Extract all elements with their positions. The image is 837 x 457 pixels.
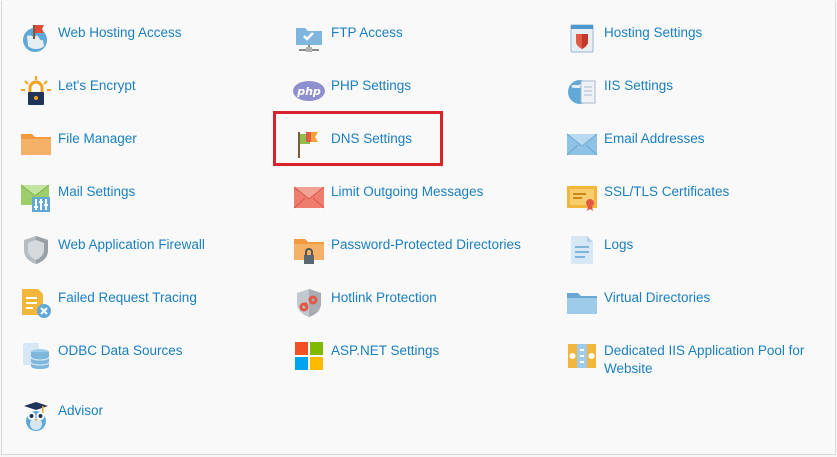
- tool-iis-settings[interactable]: IIS Settings: [566, 75, 673, 107]
- tool-label: Virtual Directories: [604, 290, 711, 305]
- mail-settings-icon: [20, 181, 52, 213]
- tool-web-hosting-access[interactable]: Web Hosting Access: [20, 22, 182, 54]
- windows-logo-icon: [293, 340, 325, 372]
- tool-advisor[interactable]: Advisor: [20, 400, 103, 432]
- tool-label: SSL/TLS Certificates: [604, 184, 730, 199]
- tool-label: Advisor: [58, 403, 104, 418]
- globe-flag-icon: [20, 22, 52, 54]
- tool-label: Failed Request Tracing: [58, 290, 197, 305]
- tool-label: DNS Settings: [331, 131, 413, 146]
- tool-password-protected-directories[interactable]: Password-Protected Directories: [293, 234, 521, 266]
- hosting-settings-icon: [566, 22, 598, 54]
- tool-mail-settings[interactable]: Mail Settings: [20, 181, 135, 213]
- locked-folder-icon: [293, 234, 325, 266]
- database-icon: [20, 340, 52, 372]
- owl-advisor-icon: [20, 400, 52, 432]
- shield-icon: [20, 234, 52, 266]
- tool-lets-encrypt[interactable]: Let's Encrypt: [20, 75, 136, 107]
- envelope-icon: [566, 128, 598, 160]
- ftp-folder-icon: [293, 22, 325, 54]
- tool-virtual-directories[interactable]: Virtual Directories: [566, 287, 710, 319]
- application-pool-icon: [566, 340, 598, 372]
- folder-icon: [20, 128, 52, 160]
- tool-label: Logs: [604, 237, 634, 252]
- tool-hosting-settings[interactable]: Hosting Settings: [566, 22, 702, 54]
- tool-logs[interactable]: Logs: [566, 234, 633, 266]
- tool-label: ODBC Data Sources: [58, 343, 183, 358]
- certificate-icon: [566, 181, 598, 213]
- tool-label: ASP.NET Settings: [331, 343, 440, 358]
- tool-dedicated-iis-application-pool[interactable]: Dedicated IIS Application Pool for Websi…: [566, 340, 814, 378]
- hotlink-shield-icon: [293, 287, 325, 319]
- tool-odbc-data-sources[interactable]: ODBC Data Sources: [20, 340, 183, 372]
- tool-label: Mail Settings: [58, 184, 136, 199]
- iis-settings-icon: [566, 75, 598, 107]
- tool-email-addresses[interactable]: Email Addresses: [566, 128, 705, 160]
- php-icon: php: [293, 75, 325, 107]
- tool-label: FTP Access: [331, 25, 403, 40]
- tool-label: Hosting Settings: [604, 25, 703, 40]
- tool-label: Let's Encrypt: [58, 78, 136, 93]
- tool-label: Web Hosting Access: [58, 25, 182, 40]
- tool-ftp-access[interactable]: FTP Access: [293, 22, 403, 54]
- failed-request-icon: [20, 287, 52, 319]
- tool-aspnet-settings[interactable]: ASP.NET Settings: [293, 340, 439, 372]
- websites-domains-tools-panel: Web Hosting Access FTP Access Hosting Se…: [1, 1, 836, 455]
- tool-limit-outgoing-messages[interactable]: Limit Outgoing Messages: [293, 181, 483, 213]
- tool-label: File Manager: [58, 131, 137, 146]
- blue-folder-icon: [566, 287, 598, 319]
- logs-document-icon: [566, 234, 598, 266]
- tool-label: Web Application Firewall: [58, 237, 205, 252]
- tool-php-settings[interactable]: php PHP Settings: [293, 75, 411, 107]
- tool-label: PHP Settings: [331, 78, 412, 93]
- lock-sun-icon: [20, 75, 52, 107]
- tool-web-application-firewall[interactable]: Web Application Firewall: [20, 234, 205, 266]
- tool-failed-request-tracing[interactable]: Failed Request Tracing: [20, 287, 197, 319]
- tool-label: Dedicated IIS Application Pool for Websi…: [604, 343, 805, 376]
- tool-label: Hotlink Protection: [331, 290, 437, 305]
- tool-label: Limit Outgoing Messages: [331, 184, 484, 199]
- envelope-limit-icon: [293, 181, 325, 213]
- tool-ssl-tls-certificates[interactable]: SSL/TLS Certificates: [566, 181, 729, 213]
- tool-dns-settings[interactable]: DNS Settings: [293, 128, 412, 160]
- tool-hotlink-protection[interactable]: Hotlink Protection: [293, 287, 437, 319]
- tool-label: Email Addresses: [604, 131, 705, 146]
- dns-flags-icon: [293, 128, 325, 160]
- tool-file-manager[interactable]: File Manager: [20, 128, 137, 160]
- tool-label: IIS Settings: [604, 78, 674, 93]
- tool-label: Password-Protected Directories: [331, 237, 521, 252]
- svg-text:php: php: [296, 85, 321, 98]
